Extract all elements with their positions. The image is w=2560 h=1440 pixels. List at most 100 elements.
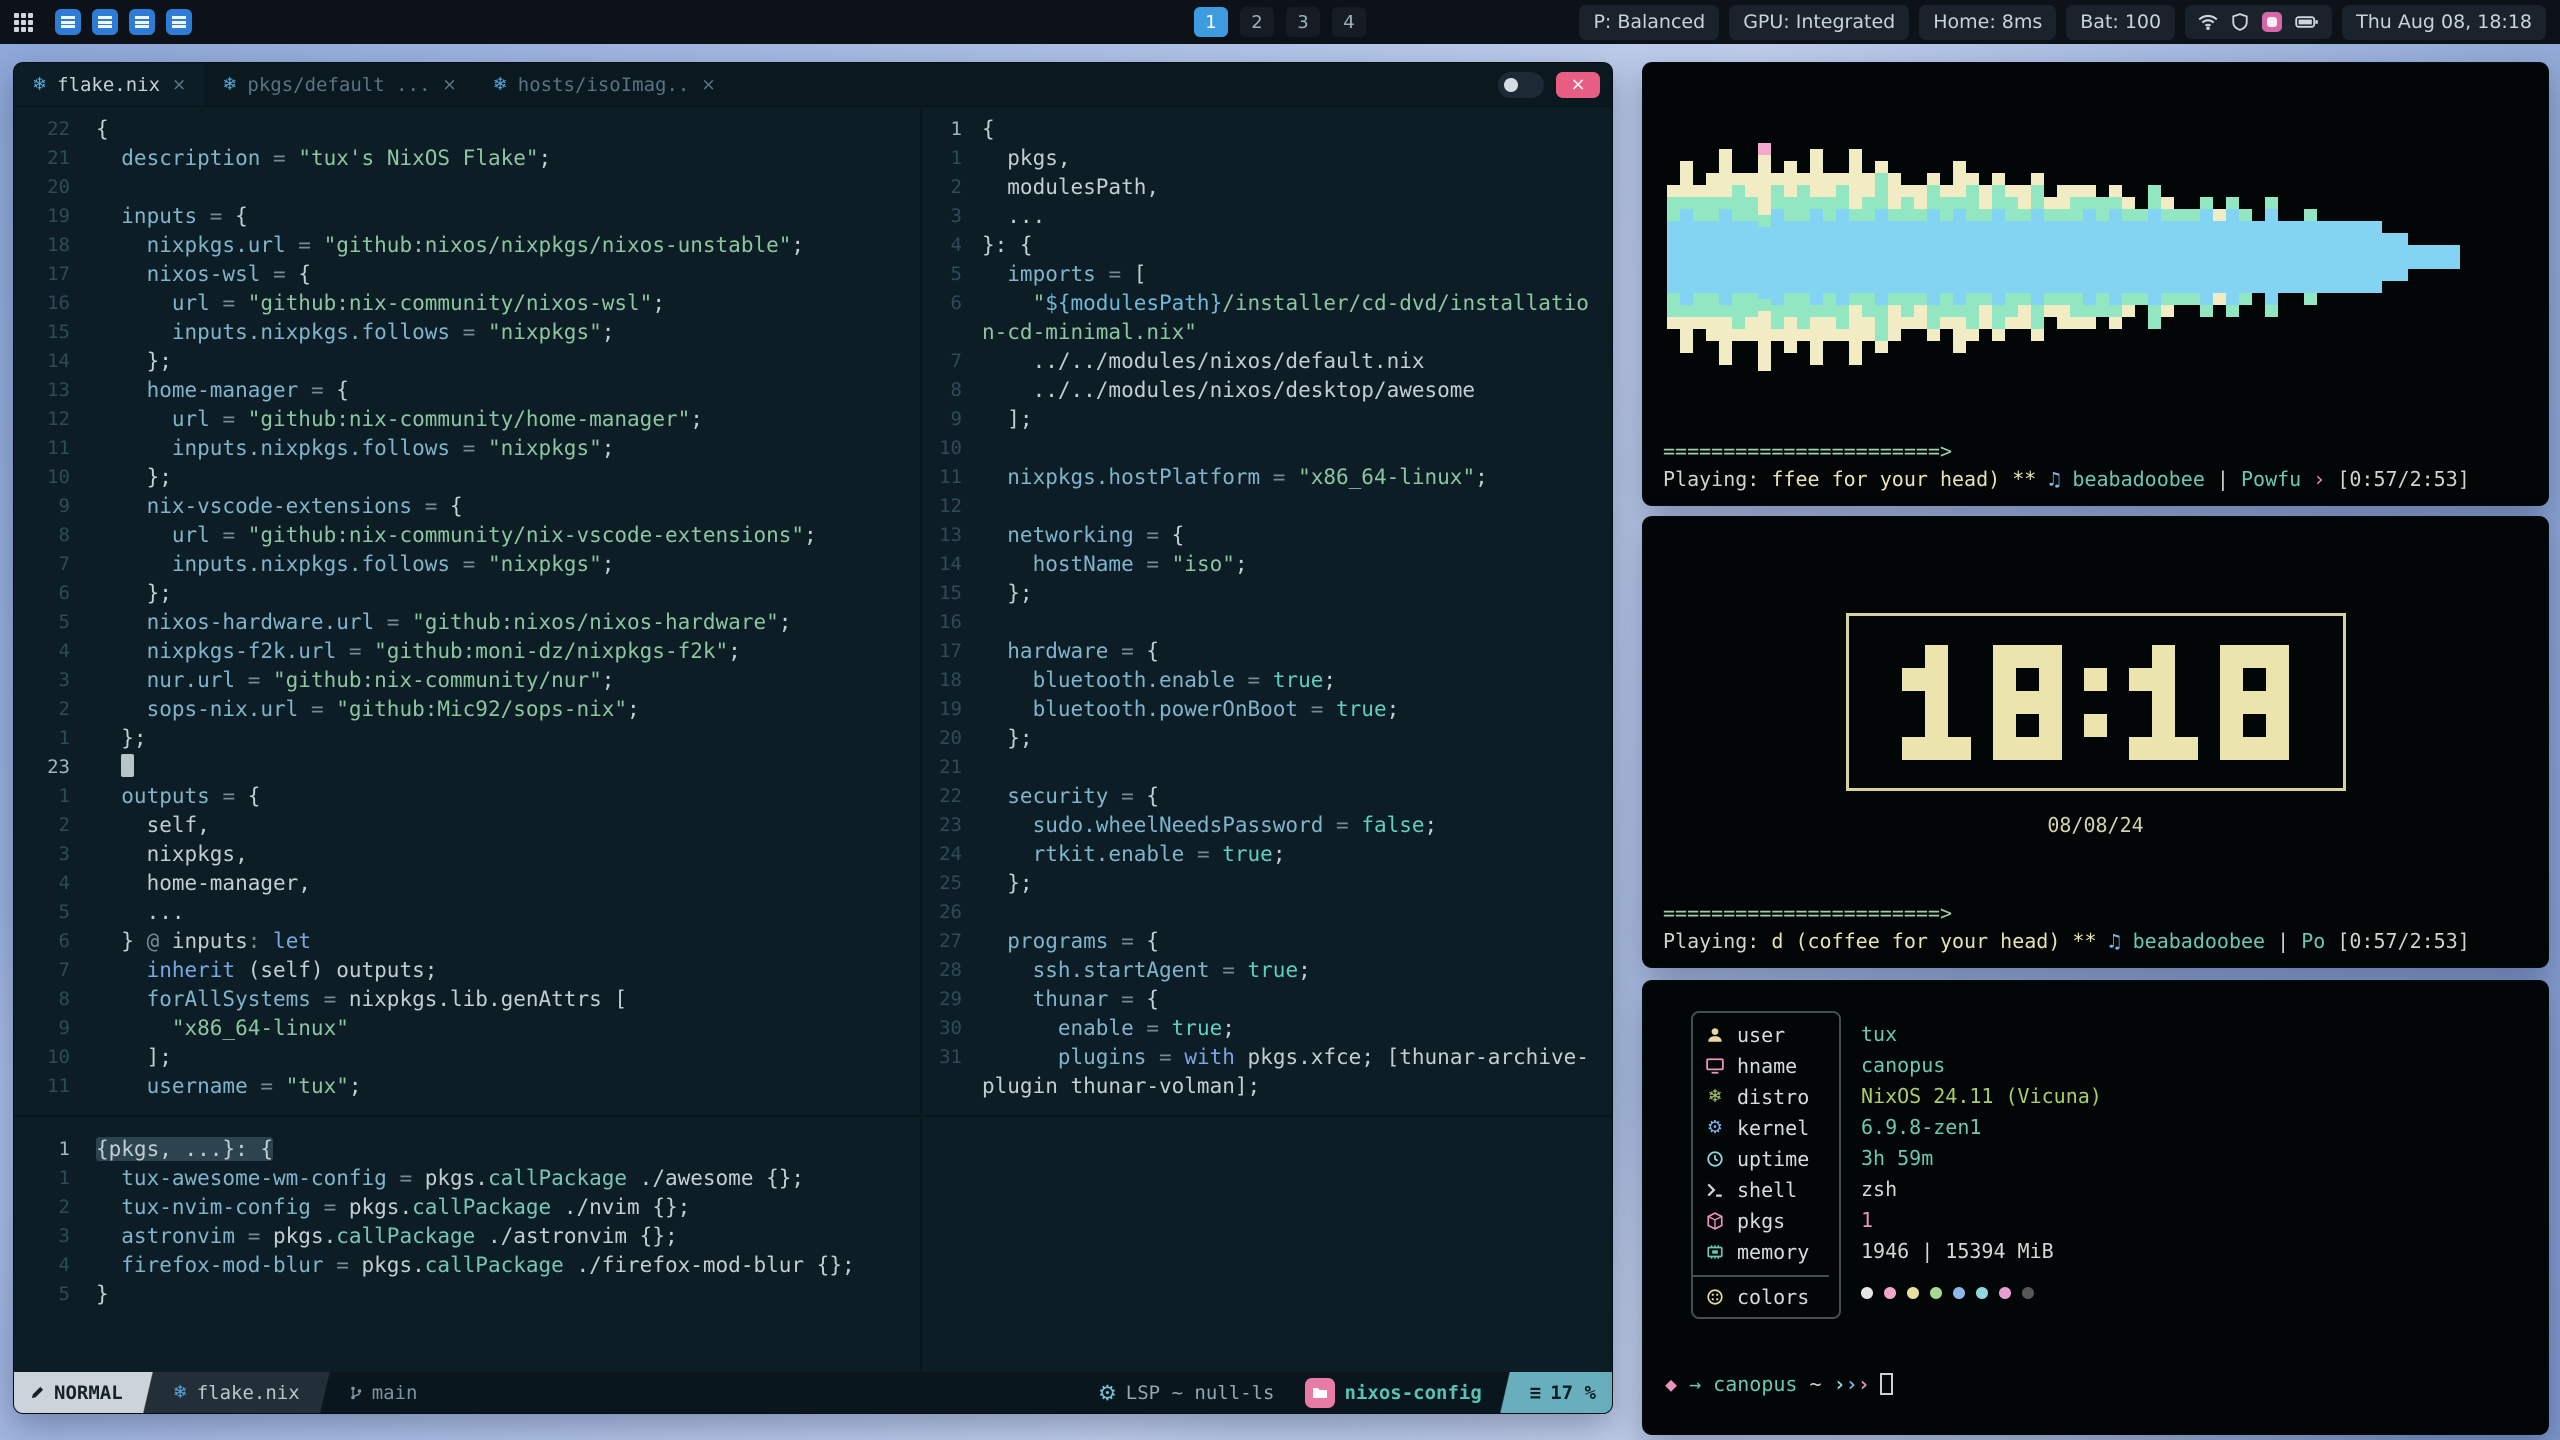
- code-line[interactable]: 20 };: [922, 724, 1612, 753]
- code-line[interactable]: 20: [14, 173, 920, 202]
- code-line[interactable]: 10: [922, 434, 1612, 463]
- code-line[interactable]: 6 } @ inputs: let: [14, 927, 920, 956]
- code-line[interactable]: 5}: [14, 1280, 1612, 1309]
- code-line[interactable]: 3 ...: [922, 202, 1612, 231]
- code-line[interactable]: 2 modulesPath,: [922, 173, 1612, 202]
- code-line[interactable]: 29 thunar = {: [922, 985, 1612, 1014]
- code-text: ];: [96, 1043, 172, 1072]
- close-icon[interactable]: ×: [172, 75, 186, 95]
- tray-app-icon[interactable]: [55, 9, 81, 35]
- tab-hosts-isoimage[interactable]: ❄ hosts/isoImag.. ×: [475, 63, 734, 106]
- code-line[interactable]: 1 outputs = {: [14, 782, 920, 811]
- code-line[interactable]: 13 networking = {: [922, 521, 1612, 550]
- code-line[interactable]: 12 url = "github:nix-community/home-mana…: [14, 405, 920, 434]
- code-line[interactable]: 7 inputs.nixpkgs.follows = "nixpkgs";: [14, 550, 920, 579]
- code-line[interactable]: 12: [922, 492, 1612, 521]
- code-line[interactable]: 3 nixpkgs,: [14, 840, 920, 869]
- tag-4[interactable]: 4: [1332, 7, 1366, 37]
- apps-grid-icon[interactable]: [14, 13, 33, 32]
- code-line[interactable]: 13 home-manager = {: [14, 376, 920, 405]
- code-line[interactable]: 5 imports = [: [922, 260, 1612, 289]
- code-line[interactable]: 26: [922, 898, 1612, 927]
- code-line[interactable]: 15 inputs.nixpkgs.follows = "nixpkgs";: [14, 318, 920, 347]
- close-icon[interactable]: ×: [442, 75, 456, 95]
- code-line[interactable]: 19 inputs = {: [14, 202, 920, 231]
- code-line[interactable]: 31 plugins = with pkgs.xfce; [thunar-arc…: [922, 1043, 1612, 1072]
- code-line[interactable]: 9 ];: [922, 405, 1612, 434]
- code-line[interactable]: 5 nixos-hardware.url = "github:nixos/nix…: [14, 608, 920, 637]
- code-line[interactable]: 18 nixpkgs.url = "github:nixos/nixpkgs/n…: [14, 231, 920, 260]
- tab-flake-nix[interactable]: ❄ flake.nix ×: [14, 63, 204, 106]
- app-icon-pink[interactable]: [2262, 12, 2282, 32]
- code-line[interactable]: 4 home-manager,: [14, 869, 920, 898]
- code-line[interactable]: 1 tux-awesome-wm-config = pkgs.callPacka…: [14, 1164, 1612, 1193]
- tray-app-icon[interactable]: [92, 9, 118, 35]
- code-line[interactable]: 28 ssh.startAgent = true;: [922, 956, 1612, 985]
- code-line[interactable]: 21 description = "tux's NixOS Flake";: [14, 144, 920, 173]
- wifi-icon[interactable]: [2198, 12, 2218, 32]
- code-line[interactable]: 22{: [14, 115, 920, 144]
- code-line[interactable]: 4 nixpkgs-f2k.url = "github:moni-dz/nixp…: [14, 637, 920, 666]
- line-number: 1: [14, 724, 70, 753]
- code-line[interactable]: 17 hardware = {: [922, 637, 1612, 666]
- code-line[interactable]: 8 url = "github:nix-community/nix-vscode…: [14, 521, 920, 550]
- code-line[interactable]: 7 ../../modules/nixos/default.nix: [922, 347, 1612, 376]
- code-line[interactable]: 11 nixpkgs.hostPlatform = "x86_64-linux"…: [922, 463, 1612, 492]
- tab-pkgs-default[interactable]: ❄ pkgs/default ... ×: [204, 63, 474, 106]
- code-line[interactable]: 14 };: [14, 347, 920, 376]
- code-line[interactable]: 3 nur.url = "github:nix-community/nur";: [14, 666, 920, 695]
- code-line[interactable]: 19 bluetooth.powerOnBoot = true;: [922, 695, 1612, 724]
- code-line[interactable]: 15 };: [922, 579, 1612, 608]
- tray-app-icon[interactable]: [129, 9, 155, 35]
- code-line[interactable]: 9 "x86_64-linux": [14, 1014, 920, 1043]
- code-line[interactable]: 23: [14, 753, 920, 782]
- code-line[interactable]: 11 inputs.nixpkgs.follows = "nixpkgs";: [14, 434, 920, 463]
- code-line[interactable]: 2 tux-nvim-config = pkgs.callPackage ./n…: [14, 1193, 1612, 1222]
- code-line[interactable]: 5 ...: [14, 898, 920, 927]
- code-line[interactable]: 17 nixos-wsl = {: [14, 260, 920, 289]
- code-line[interactable]: 25 };: [922, 869, 1612, 898]
- code-line[interactable]: 18 bluetooth.enable = true;: [922, 666, 1612, 695]
- code-line[interactable]: 3 astronvim = pkgs.callPackage ./astronv…: [14, 1222, 1612, 1251]
- code-line[interactable]: 8 ../../modules/nixos/desktop/awesome: [922, 376, 1612, 405]
- code-line[interactable]: 10 };: [14, 463, 920, 492]
- battery-icon[interactable]: [2295, 14, 2319, 30]
- code-line[interactable]: 23 sudo.wheelNeedsPassword = false;: [922, 811, 1612, 840]
- toggle-button[interactable]: [1498, 72, 1544, 98]
- code-line[interactable]: 11 username = "tux";: [14, 1072, 920, 1101]
- code-line[interactable]: 27 programs = {: [922, 927, 1612, 956]
- code-line[interactable]: 1 pkgs,: [922, 144, 1612, 173]
- code-line[interactable]: 7 inherit (self) outputs;: [14, 956, 920, 985]
- tag-3[interactable]: 3: [1286, 7, 1320, 37]
- code-line[interactable]: 1{: [922, 115, 1612, 144]
- shell-prompt[interactable]: ◆ → canopus ~ ›››: [1665, 1372, 1893, 1396]
- code-line[interactable]: 8 forAllSystems = nixpkgs.lib.genAttrs [: [14, 985, 920, 1014]
- tray-app-icon[interactable]: [166, 9, 192, 35]
- code-line[interactable]: n-cd-minimal.nix": [922, 318, 1612, 347]
- code-line[interactable]: 21: [922, 753, 1612, 782]
- code-line[interactable]: 9 nix-vscode-extensions = {: [14, 492, 920, 521]
- code-line[interactable]: 6 "${modulesPath}/installer/cd-dvd/insta…: [922, 289, 1612, 318]
- window-close-button[interactable]: ×: [1556, 72, 1600, 98]
- close-icon[interactable]: ×: [701, 75, 715, 95]
- code-line[interactable]: 16: [922, 608, 1612, 637]
- code-line[interactable]: 1{pkgs, ...}: {: [14, 1135, 1612, 1164]
- code-text: outputs = {: [96, 782, 260, 811]
- code-line[interactable]: 1 };: [14, 724, 920, 753]
- code-line[interactable]: 30 enable = true;: [922, 1014, 1612, 1043]
- code-line[interactable]: 24 rtkit.enable = true;: [922, 840, 1612, 869]
- code-line[interactable]: 4}: {: [922, 231, 1612, 260]
- code-line[interactable]: plugin thunar-volman];: [922, 1072, 1612, 1101]
- code-line[interactable]: 4 firefox-mod-blur = pkgs.callPackage ./…: [14, 1251, 1612, 1280]
- code-line[interactable]: 14 hostName = "iso";: [922, 550, 1612, 579]
- code-line[interactable]: 10 ];: [14, 1043, 920, 1072]
- tag-2[interactable]: 2: [1240, 7, 1274, 37]
- code-line[interactable]: 2 self,: [14, 811, 920, 840]
- code-line[interactable]: 22 security = {: [922, 782, 1612, 811]
- shield-icon[interactable]: [2231, 12, 2249, 32]
- code-line[interactable]: 16 url = "github:nix-community/nixos-wsl…: [14, 289, 920, 318]
- tag-1[interactable]: 1: [1194, 7, 1228, 37]
- code-line[interactable]: 6 };: [14, 579, 920, 608]
- nix-snowflake-icon: ❄: [493, 74, 508, 95]
- code-line[interactable]: 2 sops-nix.url = "github:Mic92/sops-nix"…: [14, 695, 920, 724]
